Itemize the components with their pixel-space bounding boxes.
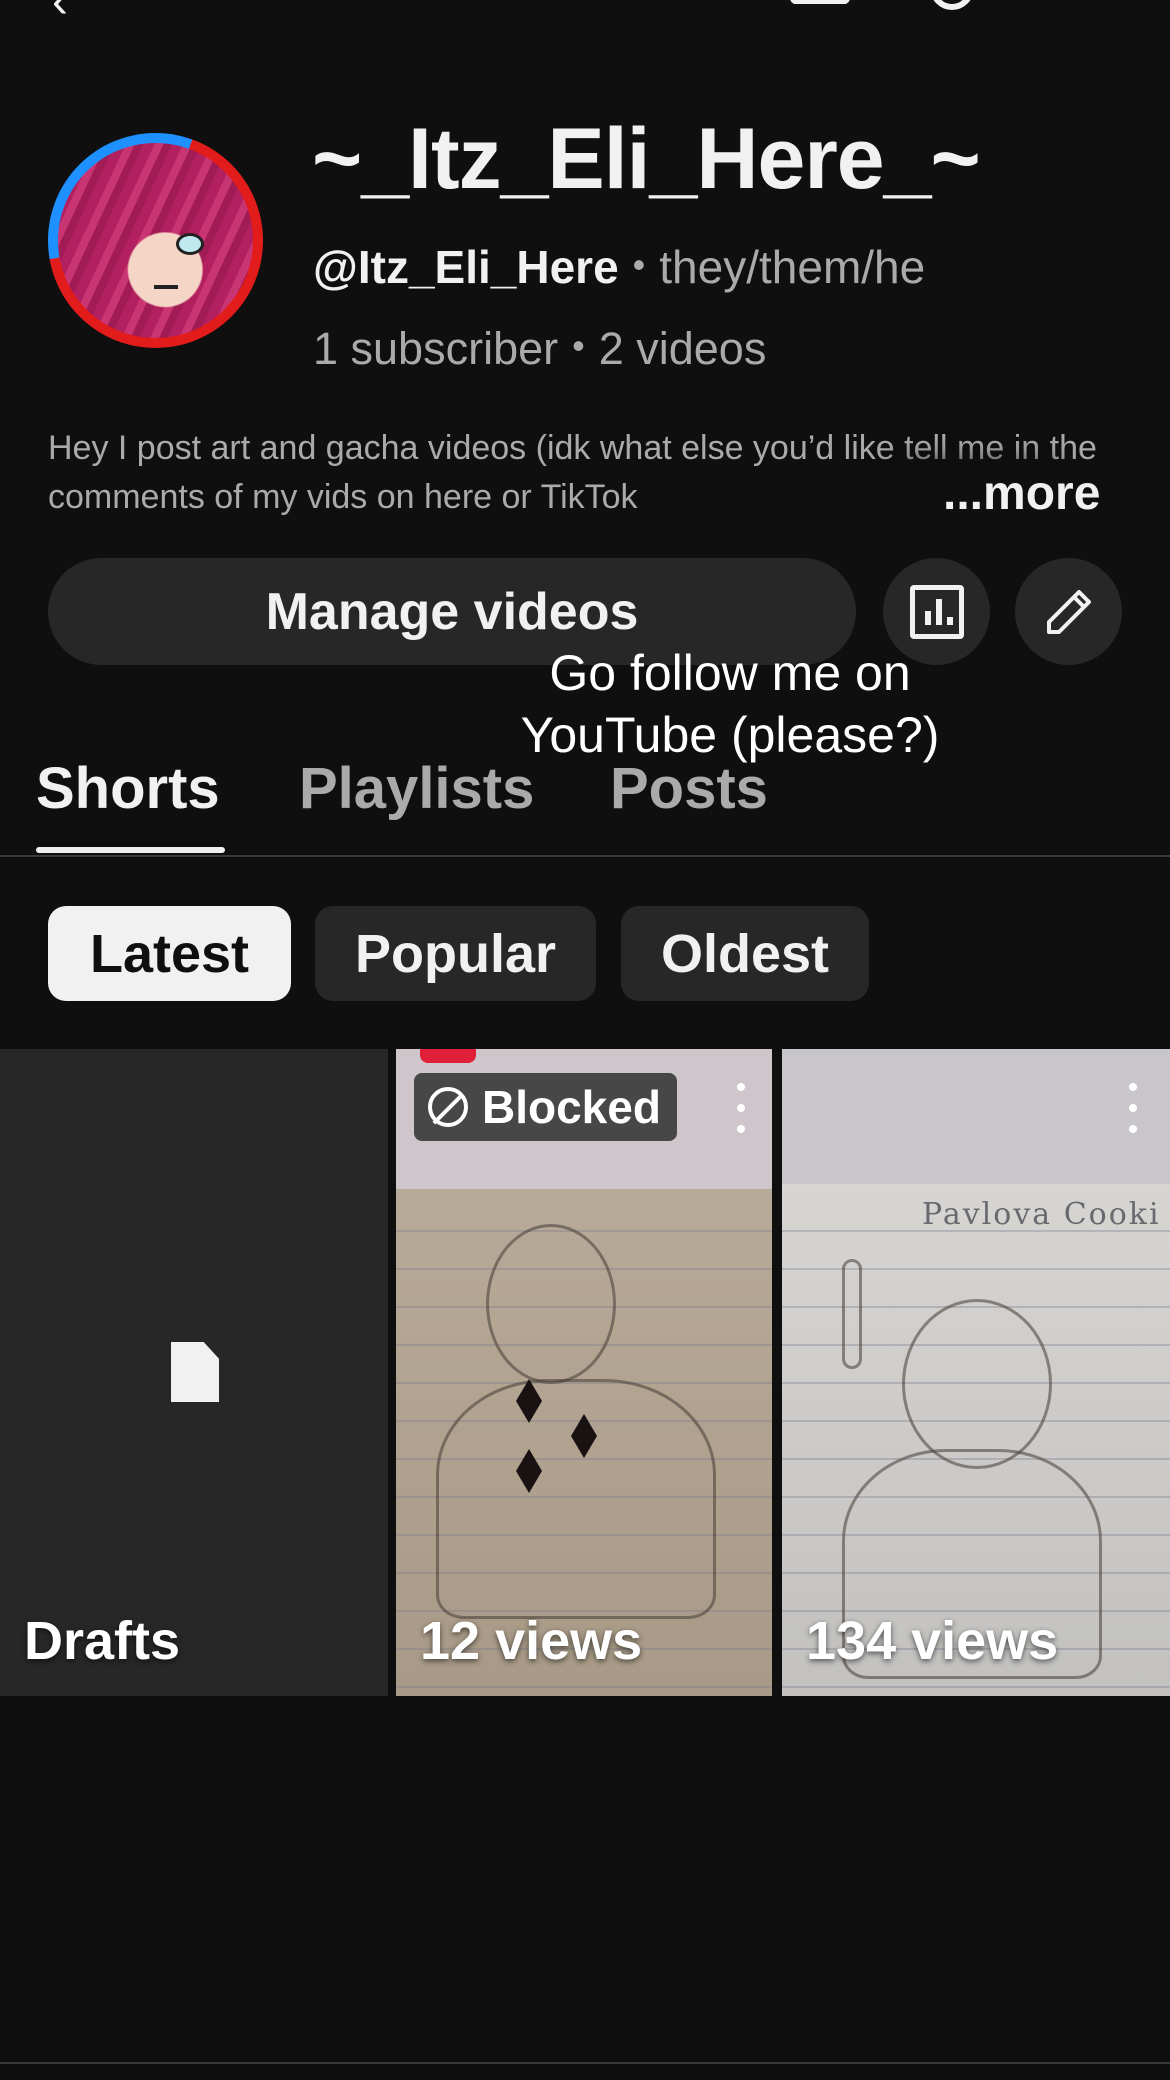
search-icon[interactable] [930,0,974,10]
chip-latest[interactable]: Latest [48,906,291,1001]
channel-avatar[interactable] [48,133,263,348]
view-count: 12 views [420,1611,643,1671]
channel-stats: 1 subscriber • 2 videos [313,323,766,375]
blocked-badge: Blocked [414,1073,677,1141]
channel-name: ~_Itz_Eli_Here_~ [312,111,981,207]
thumbnail-status-time [420,1049,476,1063]
channel-pronouns: they/them/he [659,241,926,293]
active-tab-indicator [36,847,225,853]
channel-page: ‹ ~_Itz_Eli_Here_~ @Itz_Eli_Here • they/th… [0,0,1170,2080]
tab-playlists[interactable]: Playlists [299,755,534,822]
tab-posts[interactable]: Posts [610,755,768,822]
subscriber-count: 1 subscriber [313,323,559,374]
handle-row: @Itz_Eli_Here • they/them/he [313,240,925,294]
sketch-head [902,1299,1052,1469]
sketch-staff [842,1259,862,1369]
description-more-link[interactable]: ...more [935,466,1101,521]
short-thumbnail[interactable]: Blocked 12 views [396,1049,772,1696]
more-vert-icon[interactable] [1128,1083,1138,1133]
paper-handwriting: Pavlova Cooki [922,1197,1161,1232]
avatar-eye [176,233,204,255]
sketch-head [486,1224,616,1384]
sketch-body [436,1379,716,1619]
blocked-label: Blocked [482,1081,661,1133]
avatar-art [58,143,253,338]
view-count: 134 views [806,1611,1059,1671]
separator-dot: • [632,244,646,285]
channel-handle: @Itz_Eli_Here [313,241,619,293]
analytics-icon [909,584,964,639]
bottom-nav-divider [0,2062,1170,2064]
chip-popular[interactable]: Popular [315,906,596,1001]
edit-channel-button[interactable] [1015,558,1122,665]
drafts-label: Drafts [24,1611,181,1671]
tab-shorts[interactable]: Shorts [36,755,220,822]
arrow-back-icon[interactable]: ‹ [52,0,68,29]
document-icon [171,1342,219,1402]
avatar-mouth [154,285,178,289]
channel-tabs: Shorts Playlists Posts [0,745,1170,857]
video-count: 2 videos [598,323,767,374]
blocked-icon [428,1087,468,1127]
short-thumbnail[interactable]: Pavlova Cooki 134 views [782,1049,1170,1696]
drafts-tile[interactable]: Drafts [0,1049,388,1696]
separator-dot: • [572,325,585,366]
more-vert-icon[interactable] [736,1083,746,1133]
top-bar: ‹ [0,0,1170,30]
pencil-icon [1046,589,1091,634]
chip-oldest[interactable]: Oldest [621,906,869,1001]
cast-icon[interactable] [790,0,850,4]
